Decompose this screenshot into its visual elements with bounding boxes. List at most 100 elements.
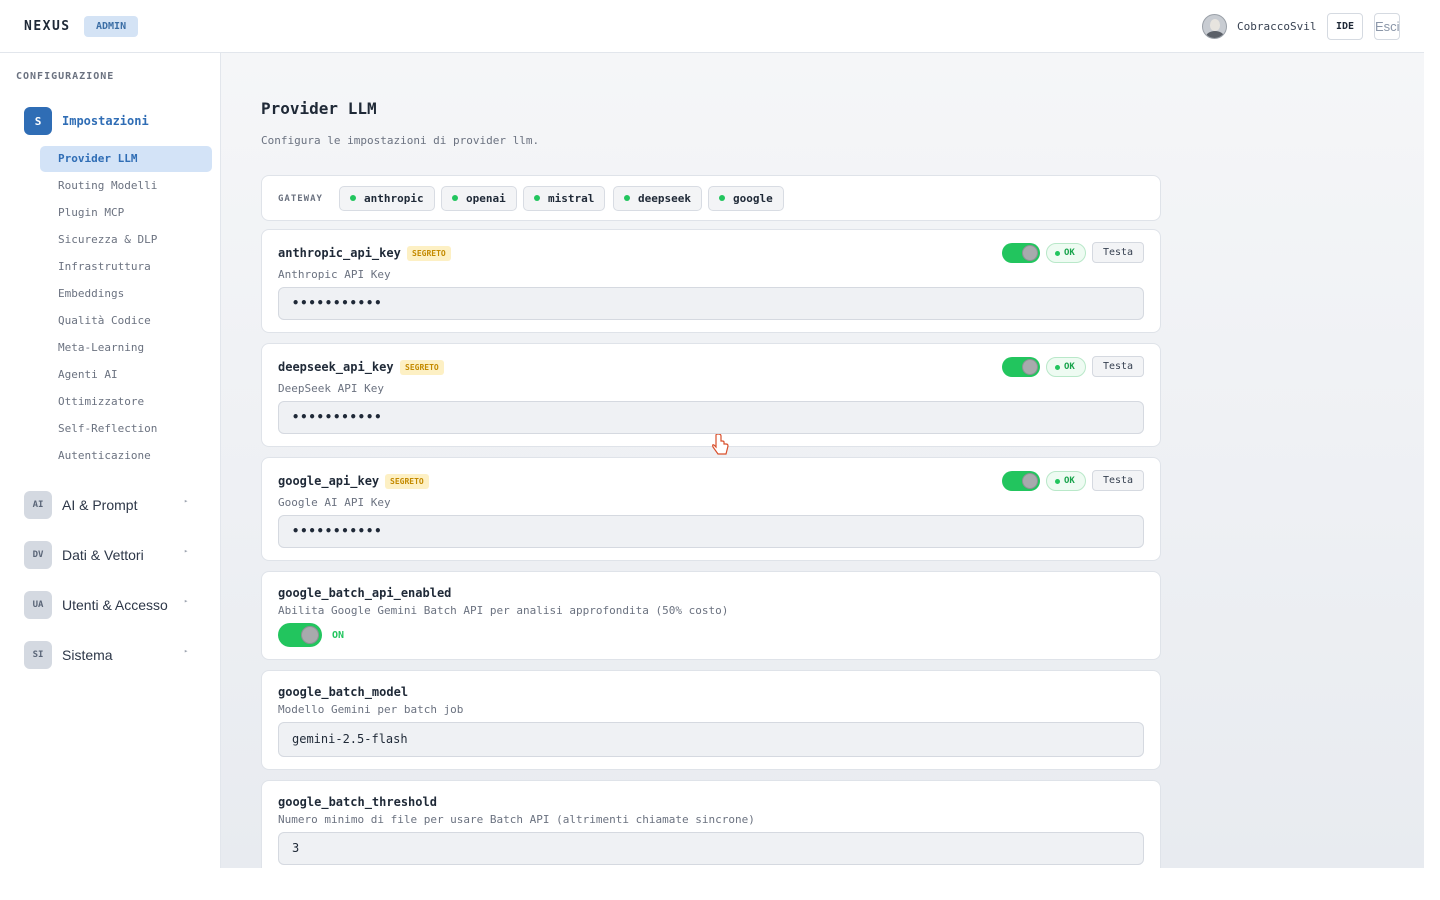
status-text: OK: [1064, 248, 1075, 258]
sidebar-item-agenti-ai[interactable]: Agenti AI: [40, 362, 212, 388]
sidebar-group-title: Utenti & Accesso: [62, 597, 168, 613]
users-group-icon: UA: [24, 591, 52, 619]
test-button[interactable]: Testa: [1092, 470, 1144, 491]
batch-model-input[interactable]: gemini-2.5-flash: [278, 722, 1144, 757]
gateway-chip-label: anthropic: [364, 192, 424, 205]
status-dot-icon: [452, 195, 458, 201]
main-content: Provider LLM Configura le impostazioni d…: [221, 53, 1424, 868]
toggle-knob: [1022, 359, 1038, 375]
chevron-right-icon: ▸: [184, 547, 189, 555]
setting-key: google_api_key: [278, 474, 380, 488]
sidebar-item-routing-modelli[interactable]: Routing Modelli: [40, 173, 212, 199]
toggle-knob: [301, 626, 319, 644]
setting-card-google-batch-api-enabled: google_batch_api_enabled Abilita Google …: [261, 571, 1161, 660]
sidebar-item-infrastruttura[interactable]: Infrastruttura: [40, 254, 212, 280]
setting-key: google_batch_api_enabled: [278, 586, 452, 600]
enable-toggle[interactable]: [1002, 357, 1040, 377]
sidebar-group-utenti-accesso[interactable]: UA Utenti & Accesso ▸: [24, 591, 194, 619]
status-text: OK: [1064, 476, 1075, 486]
sidebar-group-sistema[interactable]: SI Sistema ▸: [24, 641, 194, 669]
setting-card-anthropic-api-key: anthropic_api_key SEGRETO OK Testa Anthr…: [261, 229, 1161, 333]
sidebar-group-impostazioni[interactable]: S Impostazioni: [24, 107, 149, 135]
setting-description: Numero minimo di file per usare Batch AP…: [278, 813, 755, 826]
sidebar-item-embeddings[interactable]: Embeddings: [40, 281, 212, 307]
gateway-label: GATEWAY: [278, 194, 323, 204]
test-button[interactable]: Testa: [1092, 242, 1144, 263]
ai-group-icon: AI: [24, 491, 52, 519]
status-badge: OK: [1046, 243, 1086, 263]
gateway-chip-deepseek[interactable]: deepseek: [613, 186, 702, 211]
setting-card-google-batch-threshold: google_batch_threshold Numero minimo di …: [261, 780, 1161, 868]
setting-description: Anthropic API Key: [278, 268, 391, 281]
gateway-chip-label: google: [733, 192, 773, 205]
ide-button[interactable]: IDE: [1327, 13, 1363, 40]
status-dot-icon: [1055, 365, 1060, 370]
status-dot-icon: [624, 195, 630, 201]
system-group-icon: SI: [24, 641, 52, 669]
hand-cursor-icon: [712, 434, 729, 455]
sidebar-item-self-reflection[interactable]: Self-Reflection: [40, 416, 212, 442]
setting-description: Modello Gemini per batch job: [278, 703, 464, 716]
status-dot-icon: [350, 195, 356, 201]
avatar[interactable]: [1202, 14, 1227, 39]
gateway-chip-label: deepseek: [638, 192, 691, 205]
batch-api-toggle[interactable]: [278, 623, 322, 647]
gateway-chip-label: openai: [466, 192, 506, 205]
setting-key: google_batch_model: [278, 685, 409, 699]
setting-card-google-batch-model: google_batch_model Modello Gemini per ba…: [261, 670, 1161, 770]
status-text: OK: [1064, 362, 1075, 372]
setting-description: Abilita Google Gemini Batch API per anal…: [278, 604, 729, 617]
sidebar-item-ottimizzatore[interactable]: Ottimizzatore: [40, 389, 212, 415]
enable-toggle[interactable]: [1002, 471, 1040, 491]
status-dot-icon: [1055, 251, 1060, 256]
enable-toggle[interactable]: [1002, 243, 1040, 263]
setting-description: Google AI API Key: [278, 496, 391, 509]
batch-threshold-input[interactable]: 3: [278, 832, 1144, 865]
sidebar-item-provider-llm[interactable]: Provider LLM: [40, 146, 212, 172]
chevron-right-icon: ▸: [184, 597, 189, 605]
username: CobraccoSvil: [1237, 20, 1317, 33]
status-dot-icon: [534, 195, 540, 201]
sidebar-group-title: Impostazioni: [62, 114, 149, 128]
sidebar-group-ai-prompt[interactable]: AI AI & Prompt ▸: [24, 491, 194, 519]
data-group-icon: DV: [24, 541, 52, 569]
settings-group-icon: S: [24, 107, 52, 135]
gateway-chip-anthropic[interactable]: anthropic: [339, 186, 435, 211]
status-badge: OK: [1046, 357, 1086, 377]
page-subtitle: Configura le impostazioni di provider ll…: [261, 134, 540, 147]
sidebar-item-meta-learning[interactable]: Meta-Learning: [40, 335, 212, 361]
sidebar-item-plugin-mcp[interactable]: Plugin MCP: [40, 200, 212, 226]
test-button[interactable]: Testa: [1092, 356, 1144, 377]
api-key-input[interactable]: •••••••••••: [278, 515, 1144, 548]
gateway-card: GATEWAY anthropic openai mistral deepsee…: [261, 175, 1161, 221]
sidebar-section-label: CONFIGURAZIONE: [16, 71, 115, 82]
setting-card-google-api-key: google_api_key SEGRETO OK Testa Google A…: [261, 457, 1161, 561]
sidebar-group-dati-vettori[interactable]: DV Dati & Vettori ▸: [24, 541, 194, 569]
sidebar-item-qualita-codice[interactable]: Qualità Codice: [40, 308, 212, 334]
chevron-right-icon: ▸: [184, 647, 189, 655]
top-bar: NEXUS ADMIN CobraccoSvil IDE Esci: [0, 0, 1424, 53]
gateway-chip-google[interactable]: google: [708, 186, 784, 211]
sidebar: CONFIGURAZIONE S Impostazioni Provider L…: [0, 53, 221, 868]
gateway-chip-label: mistral: [548, 192, 595, 205]
status-dot-icon: [719, 195, 725, 201]
chevron-right-icon: ▸: [184, 497, 189, 505]
setting-key: google_batch_threshold: [278, 795, 437, 809]
sidebar-group-title: Dati & Vettori: [62, 547, 144, 563]
logout-button[interactable]: Esci: [1374, 13, 1400, 40]
sidebar-group-title: Sistema: [62, 647, 113, 663]
setting-key: deepseek_api_key: [278, 360, 394, 374]
gateway-chip-mistral[interactable]: mistral: [523, 186, 606, 211]
api-key-input[interactable]: •••••••••••: [278, 401, 1144, 434]
gateway-chip-openai[interactable]: openai: [441, 186, 517, 211]
sidebar-item-autenticazione[interactable]: Autenticazione: [40, 443, 212, 469]
sidebar-item-sicurezza-dlp[interactable]: Sicurezza & DLP: [40, 227, 212, 253]
setting-key: anthropic_api_key: [278, 246, 401, 260]
role-badge: ADMIN: [84, 16, 139, 37]
brand-logo[interactable]: NEXUS: [24, 19, 71, 34]
status-badge: OK: [1046, 471, 1086, 491]
toggle-knob: [1022, 245, 1038, 261]
api-key-input[interactable]: •••••••••••: [278, 287, 1144, 320]
page-title: Provider LLM: [261, 99, 377, 118]
secret-badge: SEGRETO: [400, 360, 444, 375]
